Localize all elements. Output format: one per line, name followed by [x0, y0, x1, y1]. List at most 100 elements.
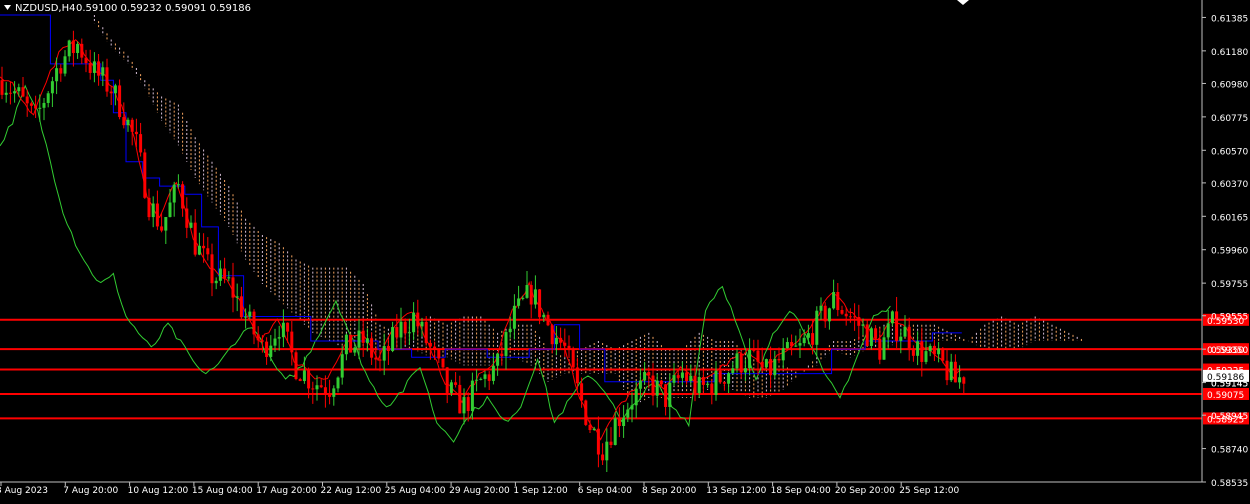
candle-body — [344, 334, 348, 355]
candle-body — [899, 336, 903, 341]
candle-body — [256, 334, 260, 341]
candle-body — [785, 342, 789, 349]
candle-body — [735, 353, 739, 369]
candle-body — [395, 327, 399, 338]
candle-body — [895, 311, 899, 341]
candle-body — [433, 346, 437, 350]
candle-body — [210, 254, 214, 284]
candle-body — [349, 334, 353, 353]
x-tick-label: 13 Sep 12:00 — [706, 486, 766, 496]
candle-body — [202, 245, 206, 249]
candle-body — [890, 311, 894, 324]
candle-body — [185, 208, 189, 228]
candle-body — [622, 417, 626, 426]
candle-body — [370, 338, 374, 358]
candle-body — [903, 326, 907, 337]
candle-body — [575, 367, 579, 384]
candle-body — [567, 345, 571, 350]
chart-root[interactable]: 0.595300.593500.592250.590750.58925 0.61… — [0, 0, 1250, 500]
x-tick-label: 7 Aug 20:00 — [63, 486, 118, 496]
candle-body — [945, 360, 949, 381]
candle-body — [420, 321, 424, 327]
candle-body — [701, 377, 705, 385]
candle-body — [139, 134, 143, 153]
x-tick-label: 17 Aug 20:00 — [256, 486, 317, 496]
candle-body — [773, 358, 777, 376]
candle-body — [403, 321, 407, 334]
candle-body — [466, 397, 470, 412]
candle-body — [269, 345, 273, 357]
candle-body — [626, 409, 630, 418]
candle-body — [916, 341, 920, 356]
candle-body — [470, 380, 474, 412]
candle-body — [55, 68, 59, 82]
candle-body — [647, 372, 651, 376]
candle-body — [798, 343, 802, 346]
candle-body — [529, 285, 533, 305]
candle-body — [911, 349, 915, 356]
candle-body — [391, 327, 395, 351]
candle-body — [302, 370, 306, 382]
price-chart[interactable]: 0.595300.593500.592250.590750.58925 0.61… — [0, 0, 1250, 500]
candle-body — [428, 342, 432, 347]
candle-body — [378, 359, 382, 361]
candle-body — [680, 372, 684, 378]
candle-body — [214, 280, 218, 284]
candle-body — [147, 197, 151, 218]
x-tick-label: 6 Sep 04:00 — [578, 486, 633, 496]
candle-body — [21, 87, 25, 97]
candle-body — [307, 370, 311, 389]
candle-body — [168, 202, 172, 218]
y-tick-label: 0.59755 — [1211, 280, 1248, 290]
candle-body — [651, 375, 655, 396]
candle-body — [525, 285, 529, 298]
candle-body — [836, 292, 840, 311]
candle-body — [475, 379, 479, 381]
candle-body — [756, 350, 760, 362]
candle-body — [718, 370, 722, 383]
candle-body — [441, 358, 445, 368]
y-tick-label: 0.60980 — [1211, 80, 1248, 90]
candle-body — [869, 328, 873, 346]
candle-body — [462, 397, 466, 414]
candle-body — [357, 330, 361, 348]
candle-body — [592, 428, 596, 431]
candle-body — [777, 358, 781, 361]
y-tick-label: 0.60370 — [1211, 180, 1248, 190]
candle-body — [550, 325, 554, 345]
y-tick-label: 0.59350 — [1211, 346, 1248, 356]
candle-body — [617, 418, 621, 426]
candle-body — [491, 365, 495, 381]
candle-body — [151, 203, 155, 218]
y-tick-label: 0.58740 — [1211, 446, 1248, 456]
y-tick-label: 0.58535 — [1211, 479, 1248, 489]
candle-body — [260, 340, 264, 342]
candle-body — [189, 222, 193, 228]
candle-body — [34, 105, 38, 109]
candle-body — [664, 384, 668, 407]
candle-body — [865, 324, 869, 346]
candle-body — [848, 316, 852, 318]
candle-body — [823, 305, 827, 322]
candle-body — [126, 119, 130, 126]
candle-body — [105, 67, 109, 92]
candle-body — [928, 345, 932, 352]
candle-body — [231, 277, 235, 298]
candle-body — [50, 81, 54, 94]
candle-body — [63, 56, 67, 74]
candle-body — [554, 337, 558, 345]
x-tick-label: 18 Sep 04:00 — [771, 486, 831, 496]
candle-body — [286, 322, 290, 332]
candle-body — [172, 184, 176, 203]
candle-body — [252, 311, 256, 335]
candle-body — [861, 324, 865, 326]
candle-body — [949, 361, 953, 381]
y-tick-label: 0.61385 — [1211, 14, 1248, 24]
candle-body — [706, 383, 710, 385]
candle-body — [42, 102, 46, 108]
candle-body — [277, 337, 281, 339]
candle-body — [811, 333, 815, 345]
x-tick-label: 29 Aug 20:00 — [449, 486, 510, 496]
candle-body — [315, 385, 319, 390]
candle-body — [113, 85, 117, 94]
